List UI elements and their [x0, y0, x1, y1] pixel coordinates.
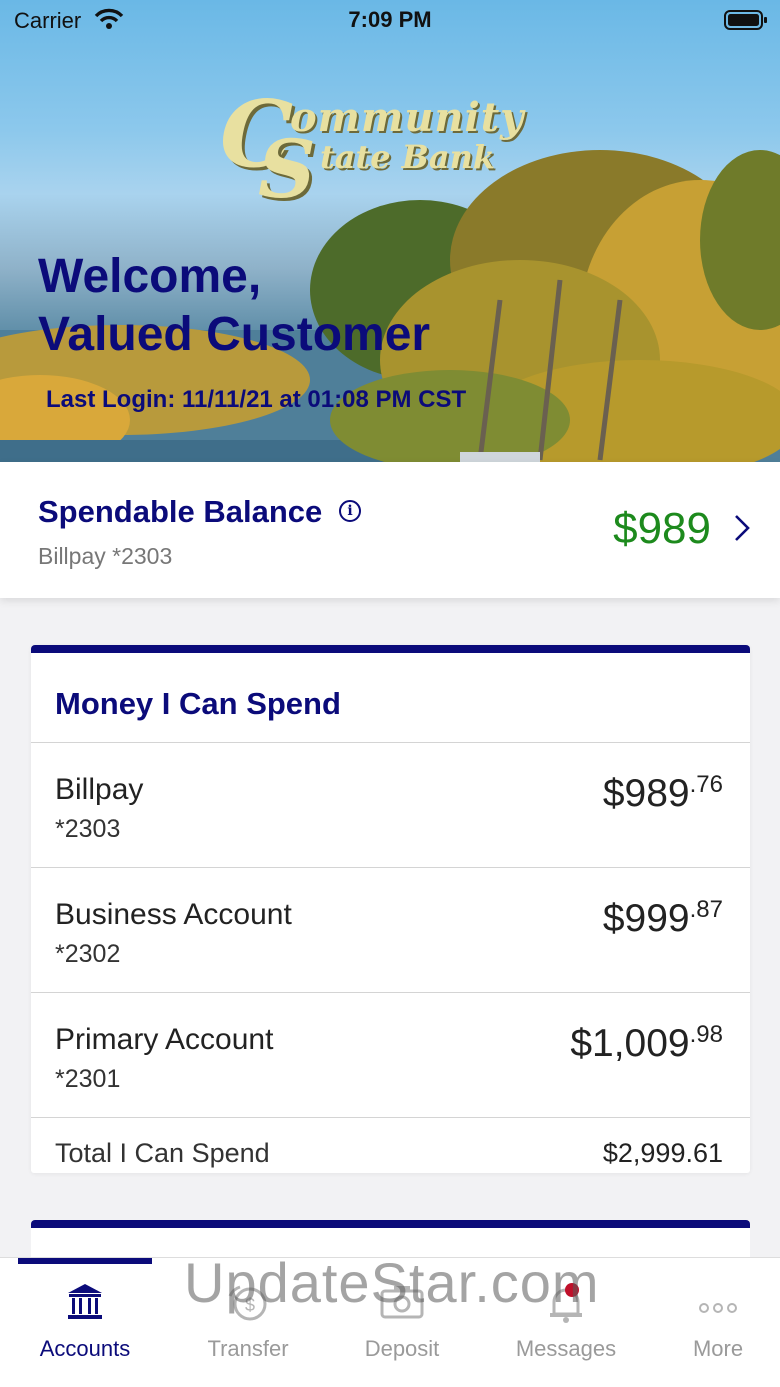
welcome-heading: Welcome, Valued Customer — [38, 248, 430, 364]
tab-label: Deposit — [364, 1336, 440, 1361]
spendable-amount: $989 — [613, 504, 711, 553]
card-title: Money I Can Spend — [55, 686, 341, 721]
welcome-line-2: Valued Customer — [38, 308, 431, 361]
spendable-balance-title: Spendable Balance — [38, 494, 323, 529]
account-row-primary[interactable]: Primary Account *2301 $1,009.98 — [31, 993, 750, 1117]
status-bar: Carrier 7:09 PM — [0, 0, 780, 40]
account-name: Primary Account — [55, 1023, 274, 1056]
money-i-can-spend-card: Money I Can Spend Billpay *2303 $989.76 … — [31, 645, 750, 1173]
total-amount: $2,999.61 — [602, 1138, 723, 1168]
last-login-text: Last Login: 11/11/21 at 01:08 PM CST — [46, 386, 467, 413]
account-name: Business Account — [55, 898, 292, 931]
clock: 7:09 PM — [348, 7, 432, 32]
battery-icon — [724, 10, 767, 30]
welcome-line-1: Welcome, — [38, 250, 262, 303]
divider — [31, 1117, 750, 1118]
tab-label: More — [692, 1336, 744, 1361]
account-row-business[interactable]: Business Account *2302 $999.87 — [31, 868, 750, 992]
account-number: *2302 — [55, 940, 121, 968]
account-balance: $999.87 — [602, 896, 723, 940]
spendable-account: Billpay *2303 — [38, 543, 173, 569]
account-name: Billpay — [55, 773, 144, 806]
account-number: *2303 — [55, 815, 121, 843]
more-icon — [699, 1303, 737, 1313]
hero-banner: Carrier 7:09 PM C S ommunity tate Bank W… — [0, 0, 780, 462]
tab-more[interactable]: More — [640, 1258, 780, 1368]
tab-label: Accounts — [39, 1336, 131, 1361]
chevron-right-icon[interactable] — [734, 514, 750, 542]
tab-accounts[interactable]: Accounts — [7, 1258, 163, 1368]
tab-label: Transfer — [207, 1336, 289, 1361]
tab-label: Messages — [515, 1336, 617, 1361]
info-icon[interactable]: i — [339, 500, 361, 522]
spendable-balance-row[interactable]: Spendable Balance i Billpay *2303 $989 — [0, 462, 780, 598]
total-label: Total I Can Spend — [55, 1138, 270, 1168]
account-balance: $989.76 — [602, 771, 723, 815]
account-row-billpay[interactable]: Billpay *2303 $989.76 — [31, 743, 750, 867]
account-number: *2301 — [55, 1065, 121, 1093]
watermark-text: UpdateStar.com — [184, 1251, 600, 1314]
bank-icon — [68, 1284, 102, 1319]
account-balance: $1,009.98 — [570, 1021, 723, 1065]
